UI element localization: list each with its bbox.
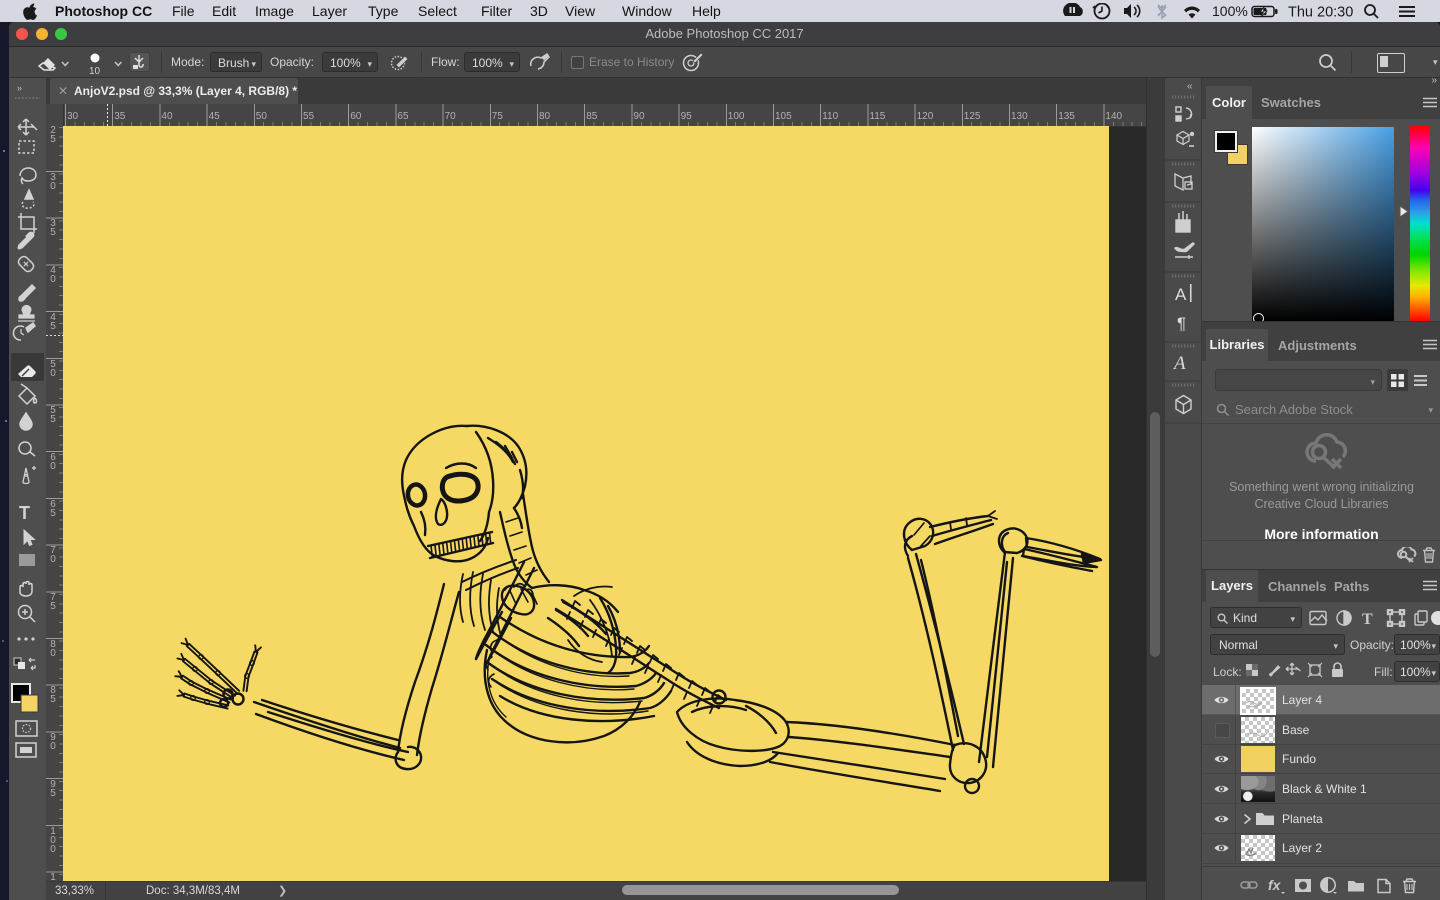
svg-text:fx: fx [1268,877,1282,893]
svg-text:A: A [1172,353,1186,374]
svg-text:T: T [1362,611,1373,627]
svg-text:10: 10 [89,66,101,76]
svg-text:100%: 100% [1212,3,1248,19]
svg-text:¶: ¶ [1177,314,1186,333]
svg-text:A: A [1175,285,1187,304]
svg-text:T: T [19,503,30,523]
svg-text:«: « [1187,81,1193,92]
svg-text:»: » [17,83,22,93]
svg-text:Thu 20:30: Thu 20:30 [1288,5,1353,21]
